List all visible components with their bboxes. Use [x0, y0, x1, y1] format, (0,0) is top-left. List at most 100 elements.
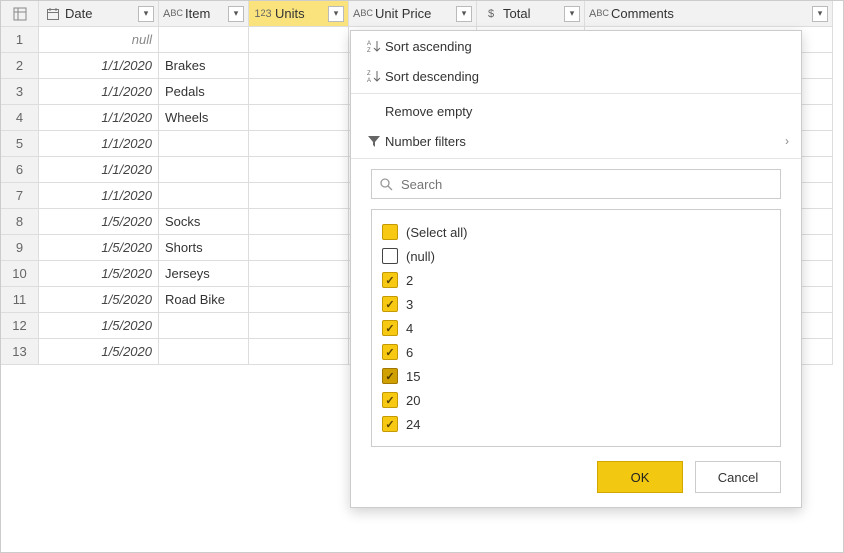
column-header-units[interactable]: 123 Units ▾: [249, 1, 349, 27]
row-number[interactable]: 10: [1, 261, 39, 287]
text-type-icon: ABC: [589, 8, 609, 20]
search-box[interactable]: [371, 169, 781, 199]
cell-date[interactable]: 1/1/2020: [39, 53, 159, 79]
row-number[interactable]: 6: [1, 157, 39, 183]
cell-date[interactable]: 1/1/2020: [39, 157, 159, 183]
select-all-row[interactable]: (Select all): [382, 220, 770, 244]
cell-date[interactable]: 1/1/2020: [39, 131, 159, 157]
row-number[interactable]: 5: [1, 131, 39, 157]
filter-value-row[interactable]: ✓15: [382, 364, 770, 388]
filter-value-row[interactable]: ✓3: [382, 292, 770, 316]
check-label: 20: [406, 393, 420, 408]
column-filter-dropdown[interactable]: ▾: [228, 6, 244, 22]
cell[interactable]: [249, 53, 349, 79]
filter-value-row[interactable]: ✓6: [382, 340, 770, 364]
cell-item[interactable]: Brakes: [159, 53, 249, 79]
cell[interactable]: [249, 79, 349, 105]
ok-button[interactable]: OK: [597, 461, 683, 493]
cell-item[interactable]: Road Bike: [159, 287, 249, 313]
row-number[interactable]: 3: [1, 79, 39, 105]
cell[interactable]: [249, 105, 349, 131]
column-filter-dropdown[interactable]: ▾: [564, 6, 580, 22]
currency-type-icon: $: [481, 8, 501, 20]
cancel-button[interactable]: Cancel: [695, 461, 781, 493]
cell-date[interactable]: 1/5/2020: [39, 235, 159, 261]
cell-item[interactable]: Wheels: [159, 105, 249, 131]
row-number[interactable]: 4: [1, 105, 39, 131]
checkbox-checked[interactable]: ✓: [382, 272, 398, 288]
cell-item[interactable]: [159, 157, 249, 183]
cell[interactable]: [249, 235, 349, 261]
cell-item[interactable]: [159, 183, 249, 209]
cell-date[interactable]: 1/1/2020: [39, 105, 159, 131]
number-filters-item[interactable]: Number filters ›: [351, 126, 801, 156]
row-number[interactable]: 1: [1, 27, 39, 53]
cell-item[interactable]: Pedals: [159, 79, 249, 105]
cell-date[interactable]: 1/5/2020: [39, 261, 159, 287]
cell[interactable]: [249, 261, 349, 287]
cell-date[interactable]: null: [39, 27, 159, 53]
cell[interactable]: [249, 287, 349, 313]
cell-date[interactable]: 1/1/2020: [39, 183, 159, 209]
checkbox-checked[interactable]: ✓: [382, 368, 398, 384]
svg-text:Z: Z: [367, 48, 371, 53]
checkbox-unchecked[interactable]: [382, 248, 398, 264]
filter-value-row[interactable]: ✓ 20: [382, 388, 770, 412]
column-filter-dropdown[interactable]: ▾: [328, 6, 344, 22]
column-header-comments[interactable]: ABC Comments ▾: [585, 1, 833, 27]
column-header-total[interactable]: $ Total ▾: [477, 1, 585, 27]
cell-date[interactable]: 1/1/2020: [39, 79, 159, 105]
row-number[interactable]: 7: [1, 183, 39, 209]
column-header-item[interactable]: ABC Item ▾: [159, 1, 249, 27]
sort-descending-item[interactable]: ZA Sort descending: [351, 61, 801, 91]
column-header-date[interactable]: Date ▾: [39, 1, 159, 27]
cell[interactable]: [249, 131, 349, 157]
cell[interactable]: [249, 339, 349, 365]
column-filter-dropdown[interactable]: ▾: [812, 6, 828, 22]
chevron-right-icon: ›: [785, 134, 789, 148]
cell[interactable]: [249, 157, 349, 183]
row-number[interactable]: 2: [1, 53, 39, 79]
checkbox-checked[interactable]: ✓: [382, 296, 398, 312]
cell-date[interactable]: 1/5/2020: [39, 313, 159, 339]
filter-value-row[interactable]: ✓24: [382, 412, 770, 436]
checkbox-checked[interactable]: ✓: [382, 320, 398, 336]
filter-value-null[interactable]: (null): [382, 244, 770, 268]
cell-date[interactable]: 1/5/2020: [39, 209, 159, 235]
checkbox-checked[interactable]: ✓: [382, 392, 398, 408]
checkbox-checked[interactable]: ✓: [382, 344, 398, 360]
checkbox-checked[interactable]: ✓: [382, 416, 398, 432]
column-header-unit-price[interactable]: ABC Unit Price ▾: [349, 1, 477, 27]
cell-item[interactable]: Socks: [159, 209, 249, 235]
filter-value-row[interactable]: ✓2: [382, 268, 770, 292]
cell-item[interactable]: [159, 339, 249, 365]
menu-label: Remove empty: [385, 104, 789, 119]
filter-value-row[interactable]: ✓4: [382, 316, 770, 340]
sort-ascending-item[interactable]: AZ Sort ascending: [351, 31, 801, 61]
cell-item[interactable]: Jerseys: [159, 261, 249, 287]
cell-item[interactable]: Shorts: [159, 235, 249, 261]
cell-item[interactable]: [159, 27, 249, 53]
cell[interactable]: [249, 27, 349, 53]
column-filter-dropdown[interactable]: ▾: [138, 6, 154, 22]
sort-asc-icon: AZ: [363, 39, 385, 53]
row-number[interactable]: 12: [1, 313, 39, 339]
row-number[interactable]: 11: [1, 287, 39, 313]
button-row: OK Cancel: [371, 461, 781, 493]
cell-date[interactable]: 1/5/2020: [39, 287, 159, 313]
row-number[interactable]: 8: [1, 209, 39, 235]
cell[interactable]: [249, 183, 349, 209]
cell-item[interactable]: [159, 313, 249, 339]
row-number[interactable]: 9: [1, 235, 39, 261]
column-filter-dropdown[interactable]: ▾: [456, 6, 472, 22]
cell-date[interactable]: 1/5/2020: [39, 339, 159, 365]
search-input[interactable]: [399, 176, 772, 193]
checkbox-indeterminate[interactable]: [382, 224, 398, 240]
select-all-corner[interactable]: [1, 1, 39, 27]
cell-item[interactable]: [159, 131, 249, 157]
row-number[interactable]: 13: [1, 339, 39, 365]
filter-icon: [363, 134, 385, 148]
cell[interactable]: [249, 209, 349, 235]
remove-empty-item[interactable]: Remove empty: [351, 96, 801, 126]
cell[interactable]: [249, 313, 349, 339]
